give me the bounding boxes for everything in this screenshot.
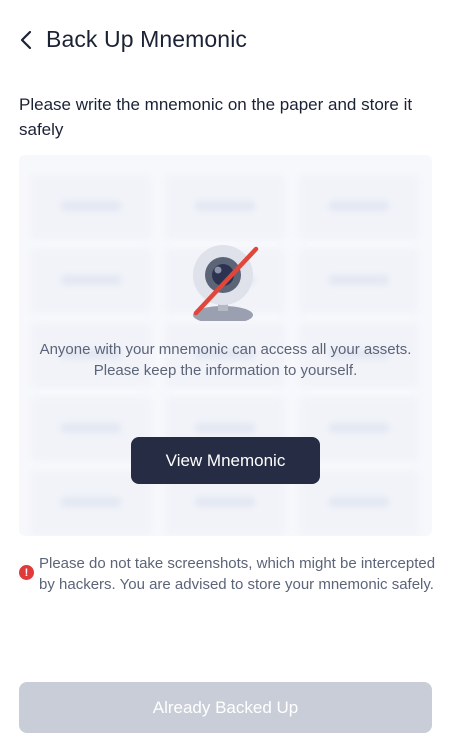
instruction-text: Please write the mnemonic on the paper a…: [19, 95, 413, 139]
already-backed-up-button[interactable]: Already Backed Up: [19, 682, 432, 733]
camera-off-icon: [193, 245, 259, 321]
back-button[interactable]: [14, 26, 38, 54]
header: Back Up Mnemonic: [0, 20, 453, 60]
mnemonic-card: Anyone with your mnemonic can access all…: [19, 155, 432, 536]
page-title: Back Up Mnemonic: [46, 26, 248, 52]
chevron-left-icon: [20, 30, 32, 50]
view-mnemonic-button[interactable]: View Mnemonic: [131, 437, 320, 484]
mnemonic-warning-text: Anyone with your mnemonic can access all…: [39, 341, 412, 379]
alert-icon: !: [19, 565, 34, 580]
notice-text: Please do not take screenshots, which mi…: [39, 555, 436, 593]
